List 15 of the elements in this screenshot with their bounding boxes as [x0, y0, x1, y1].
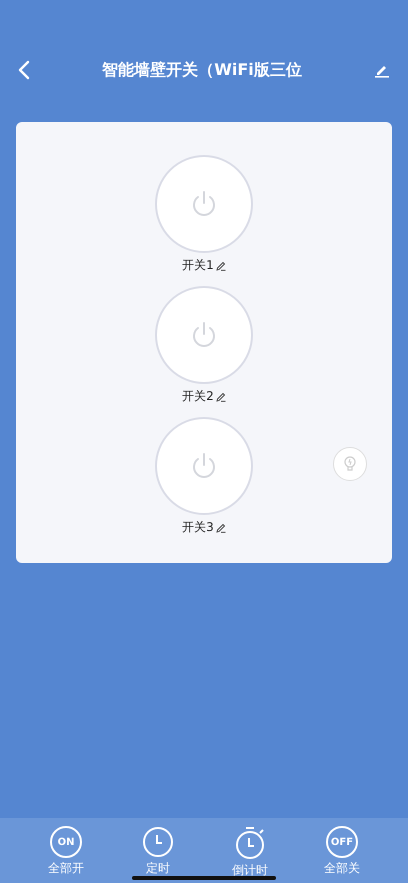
pencil-icon[interactable]	[216, 522, 226, 532]
bulb-icon	[342, 455, 358, 473]
clock-icon	[142, 826, 174, 858]
toolbar-button[interactable]: OFF 全部关	[307, 826, 377, 883]
pencil-icon[interactable]	[216, 260, 226, 270]
toolbar-button[interactable]: 倒计时	[215, 826, 285, 883]
toolbar-button[interactable]: ON 全部开	[31, 826, 101, 883]
back-icon[interactable]	[18, 60, 30, 80]
pencil-icon[interactable]	[216, 392, 226, 402]
switch-label: 开关2	[182, 388, 214, 405]
switch-label: 开关3	[182, 519, 214, 536]
stopwatch-icon	[234, 826, 266, 860]
switch-label: 开关1	[182, 257, 214, 274]
page-title: 智能墙壁开关（WiFi版三位	[102, 60, 302, 80]
toolbar-button[interactable]: 定时	[123, 826, 193, 883]
